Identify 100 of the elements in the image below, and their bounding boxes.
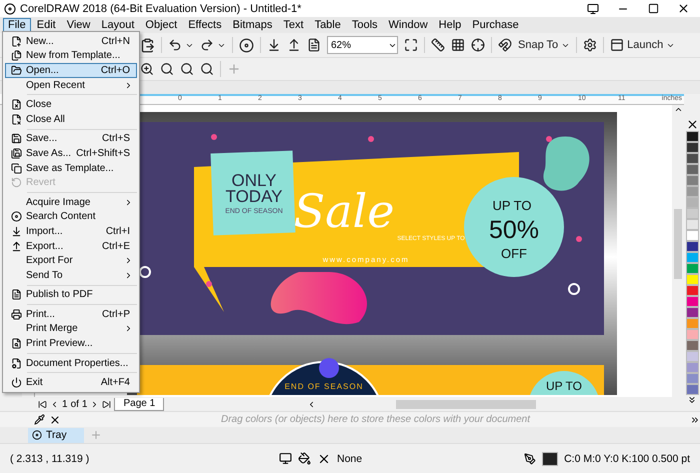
menu-item[interactable]: Object [140, 18, 182, 32]
no-color-icon[interactable] [686, 118, 698, 131]
zoom-width-icon[interactable] [180, 60, 194, 78]
menu-item[interactable]: New from Template... [5, 48, 137, 64]
color-swatch[interactable] [686, 197, 698, 208]
artwork-text: UP TO [492, 198, 532, 213]
color-swatch[interactable] [686, 230, 698, 241]
color-swatch[interactable] [686, 340, 698, 351]
page-tab[interactable]: Page 1 [114, 398, 164, 410]
undo-icon[interactable] [168, 38, 182, 52]
color-swatch[interactable] [686, 164, 698, 175]
import-icon[interactable] [267, 36, 281, 54]
menu-item[interactable]: Save... Ctrl+S [5, 132, 137, 146]
menu-item[interactable]: Print Merge [5, 322, 137, 336]
color-swatch[interactable] [686, 318, 698, 329]
expand-icon[interactable] [690, 414, 700, 424]
guides-icon[interactable] [471, 36, 485, 54]
color-swatch[interactable] [686, 263, 698, 274]
menu-item[interactable]: Close All [5, 112, 137, 127]
color-swatch[interactable] [686, 307, 698, 318]
last-page-icon[interactable] [102, 400, 112, 408]
zoom-field[interactable]: 62% [327, 36, 398, 54]
menu-item[interactable]: Print... Ctrl+P [5, 307, 137, 322]
color-swatch[interactable] [686, 131, 698, 142]
menu-item[interactable]: Open Recent [5, 78, 137, 92]
color-swatch[interactable] [686, 296, 698, 307]
page-of-label: of [70, 398, 79, 410]
paste-icon[interactable] [140, 36, 155, 54]
color-swatch[interactable] [686, 362, 698, 373]
grid-icon[interactable] [451, 36, 465, 54]
menu-item[interactable]: Import... Ctrl+I [5, 224, 137, 239]
scrollbar-thumb[interactable] [674, 209, 682, 279]
color-swatch[interactable] [686, 219, 698, 230]
menu-item[interactable]: Export... Ctrl+E [5, 238, 137, 254]
menu-item[interactable]: Open... Ctrl+O [5, 63, 137, 78]
menu-item[interactable]: Purchase [467, 18, 524, 32]
color-swatch[interactable] [686, 274, 698, 285]
color-swatch[interactable] [686, 384, 698, 395]
snap-icon[interactable] [498, 36, 512, 54]
menu-item[interactable]: File [3, 18, 31, 32]
first-page-icon[interactable] [38, 400, 47, 408]
menu-item[interactable]: Tools [346, 18, 383, 32]
color-swatch[interactable] [686, 285, 698, 296]
menu-item[interactable]: New... Ctrl+N [5, 34, 137, 49]
full-screen-icon[interactable] [404, 36, 418, 54]
menu-item[interactable]: Print Preview... [5, 336, 137, 351]
color-swatch[interactable] [686, 175, 698, 186]
color-swatch[interactable] [686, 351, 698, 362]
menu-item[interactable]: Send To [5, 268, 137, 282]
previous-page-icon[interactable] [50, 400, 59, 408]
settings-icon[interactable] [583, 36, 598, 54]
snap-to-button[interactable]: Snap To [518, 36, 570, 54]
menu-item[interactable]: Layout [96, 18, 140, 32]
palette-more-icon[interactable] [687, 395, 697, 405]
menu-item[interactable]: Acquire Image [5, 194, 137, 210]
menu-item[interactable]: Save As... Ctrl+Shift+S [5, 146, 137, 161]
menu-item[interactable]: Publish to PDF [5, 288, 137, 302]
zoom-icon[interactable] [140, 60, 154, 78]
menu-item[interactable]: View [62, 18, 96, 32]
pdf-icon[interactable] [307, 36, 321, 54]
ruler-icon[interactable] [431, 36, 445, 54]
color-swatch[interactable] [686, 186, 698, 197]
menu-item[interactable]: Save as Template... [5, 160, 137, 176]
close-icon[interactable] [676, 2, 690, 15]
zoom-page-icon[interactable] [160, 60, 174, 78]
tray-icon [32, 430, 42, 440]
color-swatch[interactable] [686, 142, 698, 153]
export-icon[interactable] [287, 36, 301, 54]
redo-icon[interactable] [200, 38, 214, 52]
menu-item[interactable]: Export For [5, 253, 137, 268]
menu-item[interactable]: Bitmaps [228, 18, 278, 32]
menu-item[interactable]: Window [384, 18, 433, 32]
color-swatch[interactable] [686, 373, 698, 384]
menu-item[interactable]: Effects [183, 18, 227, 32]
color-swatch[interactable] [686, 208, 698, 219]
page-number: 1 [62, 398, 68, 410]
color-swatch[interactable] [686, 252, 698, 263]
color-swatch[interactable] [686, 329, 698, 340]
maximize-icon[interactable] [648, 3, 658, 14]
menu-item[interactable]: Table [310, 18, 346, 32]
menu-item[interactable]: Exit Alt+F4 [5, 375, 137, 390]
menu-item-icon [10, 211, 22, 222]
color-swatch[interactable] [686, 153, 698, 164]
menu-item[interactable]: Search Content [5, 210, 137, 224]
artwork-text: ONLY [231, 171, 277, 190]
zoom-height-icon[interactable] [200, 60, 214, 78]
account-icon[interactable] [587, 2, 599, 14]
scroll-up-icon[interactable] [674, 105, 682, 114]
menu-item[interactable]: Text [278, 18, 309, 32]
color-swatch[interactable] [686, 241, 698, 252]
menu-item[interactable]: Edit [32, 18, 61, 32]
tray-tab[interactable]: Tray [28, 428, 84, 442]
eyedropper-icon[interactable] [34, 414, 45, 425]
scrollbar-thumb[interactable] [396, 400, 536, 408]
menu-item[interactable]: Close [5, 97, 137, 112]
window-title: CorelDRAW 2018 (64-Bit Evaluation Version) - Untitled-1* [20, 2, 302, 14]
launch-button[interactable]: Launch [610, 36, 676, 54]
menu-item[interactable]: Help [434, 18, 466, 32]
menu-item[interactable]: Document Properties... [5, 356, 137, 370]
search-content-icon[interactable] [239, 36, 254, 54]
